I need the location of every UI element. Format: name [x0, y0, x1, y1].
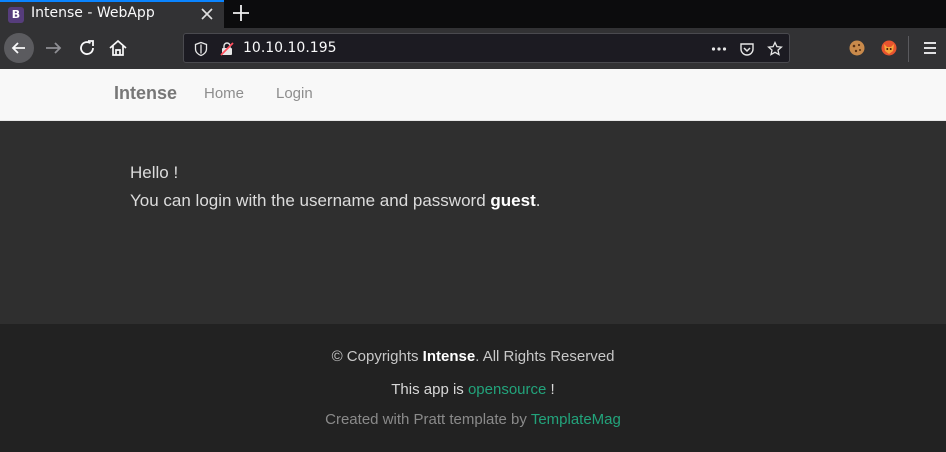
- login-hint-period: .: [535, 191, 541, 210]
- browser-tab[interactable]: B Intense - WebApp: [0, 0, 224, 28]
- nav-link-login[interactable]: Login: [276, 85, 313, 102]
- shield-icon[interactable]: [193, 41, 209, 57]
- fox-extension-icon[interactable]: [879, 38, 899, 58]
- copyright-brand: Intense: [422, 348, 476, 365]
- tab-strip: B Intense - WebApp: [0, 0, 946, 28]
- back-button[interactable]: [4, 33, 34, 63]
- reload-icon[interactable]: [75, 36, 99, 60]
- back-icon: [11, 42, 25, 54]
- copyright-prefix: © Copyrights: [331, 348, 423, 365]
- tab-title: Intense - WebApp: [31, 5, 155, 21]
- login-hint-text: You can login with the username and pass…: [130, 191, 491, 210]
- templatemag-link[interactable]: TemplateMag: [531, 411, 621, 428]
- new-tab-icon[interactable]: [230, 2, 252, 24]
- site-brand[interactable]: Intense: [114, 83, 177, 104]
- login-hint: You can login with the username and pass…: [130, 191, 540, 211]
- url-bar[interactable]: 10.10.10.195: [183, 33, 790, 63]
- copyright-line: © Copyrights Intense. All Rights Reserve…: [0, 348, 946, 365]
- more-icon[interactable]: [711, 41, 727, 57]
- url-text[interactable]: 10.10.10.195: [243, 40, 337, 56]
- guest-credential: guest: [490, 191, 536, 210]
- opensource-link[interactable]: opensource: [468, 381, 546, 398]
- forward-icon[interactable]: [42, 36, 66, 60]
- home-icon[interactable]: [106, 36, 130, 60]
- bootstrap-favicon-icon: B: [8, 7, 24, 23]
- greeting-text: Hello !: [130, 163, 179, 182]
- opensource-suffix: !: [546, 381, 555, 398]
- pocket-icon[interactable]: [739, 41, 755, 57]
- insecure-lock-icon[interactable]: [219, 41, 235, 57]
- copyright-suffix: . All Rights Reserved: [475, 348, 615, 365]
- menu-icon[interactable]: [918, 36, 942, 60]
- nav-link-home[interactable]: Home: [204, 85, 244, 102]
- toolbar-separator: [908, 36, 909, 62]
- opensource-line: This app is opensource !: [0, 381, 946, 398]
- main-content: Hello ! You can login with the username …: [0, 121, 946, 324]
- star-icon[interactable]: [767, 41, 783, 57]
- browser-toolbar: 10.10.10.195: [0, 28, 946, 69]
- credit-prefix: Created with Pratt template by: [325, 411, 531, 428]
- close-tab-icon[interactable]: [198, 5, 216, 23]
- site-navbar: Intense Home Login: [0, 69, 946, 121]
- cookie-extension-icon[interactable]: [847, 38, 867, 58]
- credit-line: Created with Pratt template by TemplateM…: [0, 411, 946, 428]
- site-footer: © Copyrights Intense. All Rights Reserve…: [0, 324, 946, 452]
- opensource-prefix: This app is: [391, 381, 468, 398]
